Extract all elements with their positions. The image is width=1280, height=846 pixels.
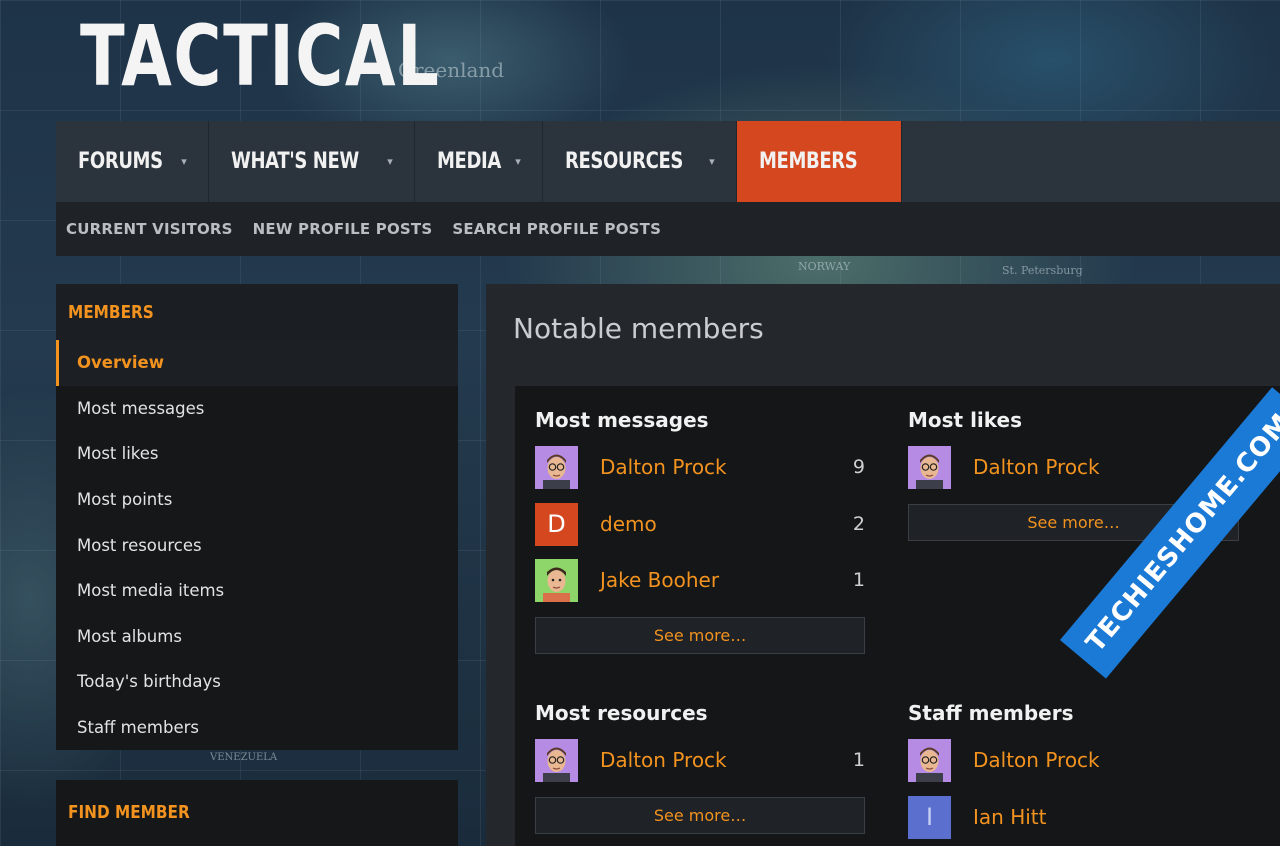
members-sidebar: MEMBERS Overview Most messages Most like…: [56, 284, 458, 750]
member-name[interactable]: Dalton Prock: [600, 446, 727, 489]
site-logo[interactable]: TACTICAL: [80, 14, 440, 98]
sub-nav: CURRENT VISITORS NEW PROFILE POSTS SEARC…: [56, 202, 1280, 256]
member-name[interactable]: Ian Hitt: [973, 796, 1046, 839]
block-title: Most likes: [908, 408, 1023, 432]
tab-media[interactable]: MEDIA ▾: [415, 121, 544, 202]
sidebar-item-most-resources[interactable]: Most resources: [56, 522, 458, 568]
subnav-new-profile-posts[interactable]: NEW PROFILE POSTS: [243, 220, 443, 238]
page-title: Notable members: [513, 312, 764, 345]
sidebar-heading-text: MEMBERS: [68, 301, 154, 323]
chevron-down-icon[interactable]: ▾: [387, 155, 393, 168]
main-nav: FORUMS ▾ WHAT'S NEW ▾ MEDIA ▾ RESOURCES …: [56, 121, 1280, 202]
tab-forums[interactable]: FORUMS ▾: [56, 121, 210, 202]
member-count: 1: [852, 569, 865, 591]
tab-label: MEDIA: [437, 149, 502, 174]
sidebar-item-overview[interactable]: Overview: [56, 340, 458, 386]
map-label-norway: NORWAY: [798, 260, 851, 273]
member-row: I Ian Hitt: [908, 795, 1239, 846]
tab-label: FORUMS: [78, 149, 163, 174]
tab-label: MEMBERS: [759, 149, 858, 174]
sidebar-item-staff-members[interactable]: Staff members: [56, 705, 458, 751]
member-count: 1: [852, 749, 865, 771]
avatar-letter[interactable]: D: [535, 502, 578, 546]
block-most-messages: Most messages Dalton Prock 9 D demo 2 Ja…: [535, 408, 865, 654]
member-row: Jake Booher 1: [535, 559, 865, 616]
see-more-button[interactable]: See more…: [535, 796, 865, 834]
member-count: 9: [852, 456, 865, 478]
sidebar-heading: MEMBERS: [56, 284, 458, 340]
tab-label: RESOURCES: [565, 149, 684, 174]
avatar[interactable]: [908, 446, 951, 489]
tab-resources[interactable]: RESOURCES ▾: [543, 121, 738, 202]
find-member-heading: FIND MEMBER: [56, 780, 458, 844]
chevron-down-icon[interactable]: ▾: [181, 155, 187, 168]
block-staff-members: Staff members Dalton Prock I Ian Hitt: [908, 701, 1239, 846]
block-title: Most resources: [535, 701, 708, 725]
cartoon-man-avatar-icon: [908, 739, 951, 782]
notable-members-panel: Most messages Dalton Prock 9 D demo 2 Ja…: [515, 386, 1280, 846]
sidebar-item-most-media-items[interactable]: Most media items: [56, 568, 458, 614]
tab-members[interactable]: MEMBERS: [737, 121, 903, 202]
avatar[interactable]: [535, 559, 578, 602]
find-member-heading-text: FIND MEMBER: [68, 801, 190, 823]
member-row: Dalton Prock 9: [535, 446, 865, 503]
tab-label: WHAT'S NEW: [231, 149, 360, 174]
cartoon-man-avatar-icon: [535, 739, 578, 782]
avatar[interactable]: [535, 446, 578, 489]
member-name[interactable]: Dalton Prock: [600, 739, 727, 782]
map-label-venezuela: VENEZUELA: [210, 752, 278, 763]
cartoon-man-avatar-icon: [535, 559, 578, 602]
sidebar-item-most-points[interactable]: Most points: [56, 477, 458, 523]
sidebar-item-todays-birthdays[interactable]: Today's birthdays: [56, 659, 458, 705]
sidebar-item-most-likes[interactable]: Most likes: [56, 431, 458, 477]
find-member-block: FIND MEMBER: [56, 780, 458, 846]
block-title: Most messages: [535, 408, 709, 432]
member-row: Dalton Prock 1: [535, 739, 865, 796]
cartoon-man-avatar-icon: [908, 446, 951, 489]
map-label-st-petersburg: St. Petersburg: [1002, 264, 1083, 277]
member-name[interactable]: demo: [600, 503, 657, 546]
chevron-down-icon[interactable]: ▾: [515, 155, 521, 168]
member-name[interactable]: Jake Booher: [600, 559, 719, 602]
block-title: Staff members: [908, 701, 1074, 725]
avatar[interactable]: [908, 739, 951, 782]
member-count: 2: [852, 512, 865, 535]
member-row: D demo 2: [535, 502, 865, 560]
member-name[interactable]: Dalton Prock: [973, 739, 1100, 782]
member-name[interactable]: Dalton Prock: [973, 446, 1100, 489]
tab-whats-new[interactable]: WHAT'S NEW ▾: [209, 121, 416, 202]
cartoon-man-avatar-icon: [535, 446, 578, 489]
subnav-search-profile-posts[interactable]: SEARCH PROFILE POSTS: [442, 220, 671, 238]
chevron-down-icon[interactable]: ▾: [709, 155, 715, 168]
avatar[interactable]: [535, 739, 578, 782]
sidebar-item-most-messages[interactable]: Most messages: [56, 386, 458, 432]
sidebar-item-most-albums[interactable]: Most albums: [56, 614, 458, 660]
subnav-current-visitors[interactable]: CURRENT VISITORS: [56, 220, 243, 238]
see-more-button[interactable]: See more…: [535, 616, 865, 654]
member-row: Dalton Prock: [908, 739, 1239, 796]
avatar-letter[interactable]: I: [908, 795, 951, 839]
block-most-resources: Most resources Dalton Prock 1 See more…: [535, 701, 865, 834]
